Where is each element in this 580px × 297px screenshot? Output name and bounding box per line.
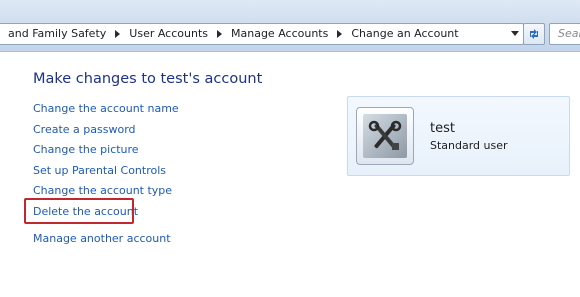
change-account-type-link[interactable]: Change the account type — [33, 184, 172, 197]
breadcrumb-change-account[interactable]: Change an Account — [347, 27, 462, 40]
search-input[interactable]: Sear — [549, 23, 580, 45]
change-picture-link[interactable]: Change the picture — [33, 143, 139, 156]
account-name: test — [430, 121, 455, 136]
breadcrumb-user-accounts[interactable]: User Accounts — [125, 27, 212, 40]
parental-controls-link[interactable]: Set up Parental Controls — [33, 164, 166, 177]
refresh-button[interactable] — [523, 23, 545, 45]
breadcrumb-separator-icon[interactable] — [217, 29, 222, 38]
address-bar[interactable]: and Family Safety User Accounts Manage A… — [0, 23, 524, 45]
page-title: Make changes to test's account — [33, 71, 263, 87]
refresh-icon — [530, 29, 538, 39]
manage-another-account-link[interactable]: Manage another account — [33, 232, 171, 245]
change-account-name-link[interactable]: Change the account name — [33, 102, 179, 115]
account-card: test Standard user — [347, 96, 570, 176]
breadcrumb-separator-icon[interactable] — [337, 29, 343, 38]
create-password-link[interactable]: Create a password — [33, 123, 136, 136]
breadcrumb-family-safety[interactable]: and Family Safety — [4, 27, 110, 40]
breadcrumb-separator-icon[interactable] — [115, 29, 121, 38]
avatar[interactable] — [356, 107, 414, 165]
address-dropdown-icon[interactable] — [511, 31, 519, 36]
breadcrumb-manage-accounts[interactable]: Manage Accounts — [227, 27, 332, 40]
account-type: Standard user — [430, 139, 508, 152]
tools-icon — [363, 114, 407, 158]
delete-account-highlight — [24, 198, 134, 224]
breadcrumb: and Family Safety User Accounts Manage A… — [4, 27, 463, 40]
explorer-toolbar: and Family Safety User Accounts Manage A… — [0, 0, 580, 52]
